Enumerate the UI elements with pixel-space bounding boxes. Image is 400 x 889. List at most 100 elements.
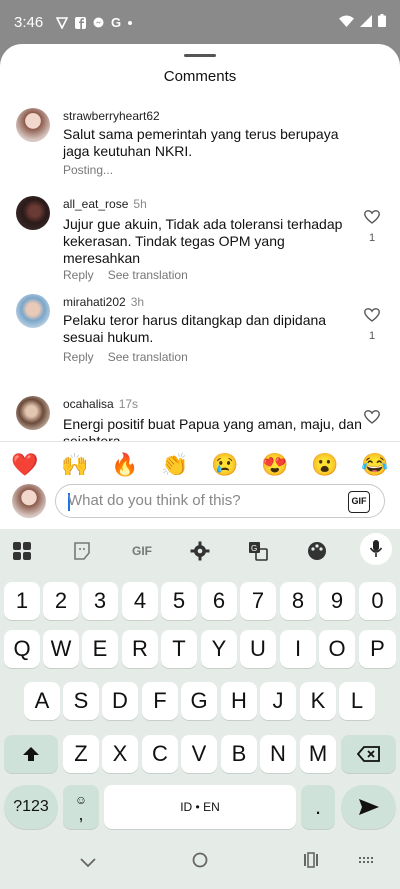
like-button[interactable]: 1	[363, 210, 381, 244]
reply-button[interactable]: Reply	[63, 268, 94, 282]
key-1[interactable]: 1	[4, 582, 40, 620]
avatar[interactable]	[16, 396, 50, 430]
comment-username[interactable]: ocahalisa 17s	[63, 397, 138, 411]
comment-input[interactable]	[68, 492, 328, 509]
key-m[interactable]: M	[300, 735, 336, 773]
heart-icon	[364, 210, 380, 224]
key-c[interactable]: C	[142, 735, 178, 773]
key-s[interactable]: S	[63, 682, 99, 720]
key-8[interactable]: 8	[280, 582, 316, 620]
key-h[interactable]: H	[221, 682, 257, 720]
home-circle-icon[interactable]	[192, 852, 208, 873]
like-button[interactable]: 1	[363, 308, 381, 342]
send-arrow-icon	[358, 799, 379, 815]
recent-apps-icon[interactable]	[303, 852, 319, 873]
key-n[interactable]: N	[260, 735, 296, 773]
emoji-fire[interactable]: 🔥	[111, 452, 138, 478]
key-7[interactable]: 7	[240, 582, 276, 620]
comment-username[interactable]: all_eat_rose 5h	[63, 197, 147, 211]
key-0[interactable]: 0	[359, 582, 396, 620]
like-count: 1	[368, 330, 376, 342]
emoji-surprised[interactable]: 😮	[311, 452, 338, 478]
gif-keyboard-button[interactable]: GIF	[127, 537, 157, 565]
send-key[interactable]	[341, 785, 396, 829]
key-9[interactable]: 9	[319, 582, 355, 620]
emoji-heart[interactable]: ❤️	[11, 452, 38, 478]
key-l[interactable]: L	[339, 682, 375, 720]
key-3[interactable]: 3	[82, 582, 118, 620]
shift-key[interactable]	[4, 735, 58, 773]
key-g[interactable]: G	[181, 682, 217, 720]
key-5[interactable]: 5	[161, 582, 197, 620]
voice-input-mic-icon[interactable]	[360, 533, 392, 565]
theme-palette-icon[interactable]	[303, 537, 331, 565]
key-y[interactable]: Y	[201, 630, 237, 668]
comment-username[interactable]: mirahati202 3h	[63, 295, 144, 309]
key-v[interactable]: V	[181, 735, 217, 773]
drag-handle[interactable]	[184, 54, 216, 57]
like-button[interactable]	[363, 410, 381, 429]
emoji-crying[interactable]: 😢	[211, 452, 238, 478]
more-notifications-icon	[128, 20, 133, 25]
sheet-title: Comments	[163, 68, 237, 85]
emoji-heart-eyes[interactable]: 😍	[261, 452, 288, 478]
key-4[interactable]: 4	[122, 582, 158, 620]
key-u[interactable]: U	[240, 630, 276, 668]
reply-button[interactable]: Reply	[63, 350, 94, 364]
backspace-icon	[356, 746, 380, 762]
see-translation-button[interactable]: See translation	[108, 268, 188, 282]
key-2[interactable]: 2	[43, 582, 79, 620]
comment-text: Jujur gue akuin, Tidak ada toleransi ter…	[63, 216, 343, 266]
space-bar[interactable]: ID • EN	[104, 785, 296, 829]
posting-status: Posting...	[63, 163, 114, 177]
key-x[interactable]: X	[102, 735, 138, 773]
keyboard-switcher-icon[interactable]	[358, 854, 376, 872]
key-a[interactable]: A	[24, 682, 60, 720]
period-key[interactable]: .	[301, 785, 335, 829]
key-b[interactable]: B	[221, 735, 257, 773]
system-navigation-bar	[0, 841, 400, 889]
emoji-comma-key[interactable]: ☺ ,	[63, 785, 99, 829]
key-r[interactable]: R	[122, 630, 158, 668]
key-e[interactable]: E	[82, 630, 118, 668]
key-t[interactable]: T	[161, 630, 197, 668]
comment-time: 17s	[118, 397, 139, 411]
key-j[interactable]: J	[260, 682, 296, 720]
see-translation-button[interactable]: See translation	[108, 350, 188, 364]
key-i[interactable]: I	[280, 630, 316, 668]
settings-gear-icon[interactable]	[186, 537, 214, 565]
back-chevron-icon[interactable]	[80, 855, 96, 873]
key-p[interactable]: P	[359, 630, 396, 668]
gif-button[interactable]: GIF	[348, 491, 370, 513]
facebook-icon	[75, 16, 86, 29]
key-q[interactable]: Q	[4, 630, 40, 668]
key-k[interactable]: K	[300, 682, 336, 720]
avatar[interactable]	[16, 196, 50, 230]
key-z[interactable]: Z	[63, 735, 99, 773]
avatar[interactable]	[16, 108, 50, 142]
comment-input-box[interactable]: GIF	[55, 484, 385, 518]
key-d[interactable]: D	[102, 682, 138, 720]
avatar[interactable]	[16, 294, 50, 328]
sticker-icon[interactable]	[68, 537, 96, 565]
comment-time: 5h	[133, 197, 147, 211]
comment-actions: Reply See translation	[63, 268, 188, 282]
on-screen-keyboard: GIF G 1 2 3 4 5 6 7 8 9 0 Q W E R T Y U …	[0, 529, 400, 889]
keyboard-toolbar: GIF G	[0, 529, 400, 573]
emoji-clapping[interactable]: 👏	[161, 452, 188, 478]
emoji-raising-hands[interactable]: 🙌	[61, 452, 88, 478]
key-f[interactable]: F	[142, 682, 178, 720]
comment-list[interactable]: strawberryheart62 Salut sama pemerintah …	[0, 100, 400, 442]
key-6[interactable]: 6	[201, 582, 237, 620]
backspace-key[interactable]	[341, 735, 396, 773]
symbols-key[interactable]: ?123	[4, 785, 58, 829]
vpn-icon	[56, 16, 68, 29]
key-w[interactable]: W	[43, 630, 79, 668]
comment-username[interactable]: strawberryheart62	[63, 109, 160, 123]
shift-arrow-icon	[23, 747, 39, 761]
translate-icon[interactable]: G	[244, 537, 272, 565]
signal-icon	[360, 14, 372, 27]
apps-grid-icon[interactable]	[8, 537, 36, 565]
emoji-laughing[interactable]: 😂	[361, 452, 388, 478]
key-o[interactable]: O	[319, 630, 355, 668]
